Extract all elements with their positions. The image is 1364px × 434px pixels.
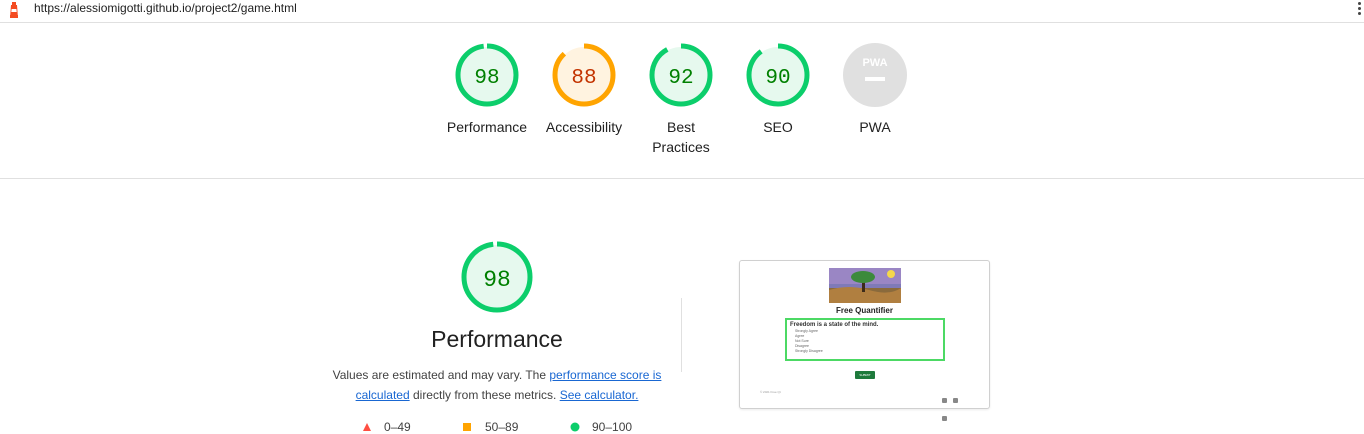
- tree-painting-image: [829, 268, 901, 303]
- social-icon: [953, 398, 958, 403]
- pwa-dash: [865, 77, 885, 81]
- legend-average: 50–89: [462, 420, 518, 434]
- gauge-label: Best Practices: [652, 119, 710, 155]
- performance-summary: 98 Performance Values are estimated and …: [330, 240, 664, 405]
- social-icon: [942, 398, 947, 403]
- gauge-score: 92: [668, 67, 693, 90]
- performance-score: 98: [483, 267, 511, 293]
- legend-average-range: 50–89: [485, 420, 519, 434]
- section-divider: [0, 178, 1364, 179]
- gauge-accessibility[interactable]: 88 Accessibility: [534, 42, 634, 137]
- kebab-menu-icon[interactable]: [1356, 0, 1362, 18]
- triangle-icon: [363, 423, 371, 431]
- gauge-pwa[interactable]: PWA PWA: [825, 42, 925, 137]
- preview-submit-button: SUBMIT: [855, 371, 875, 379]
- preview-question: Freedom is a state of the mind.: [790, 322, 879, 328]
- preview-social-icons: [942, 390, 972, 421]
- gauge-accessibility-ring: 88: [552, 43, 616, 107]
- gauge-performance-ring: 98: [455, 43, 519, 107]
- lighthouse-icon: [10, 2, 18, 18]
- legend-fail: 0–49: [362, 420, 411, 434]
- gauge-score: 90: [765, 67, 790, 90]
- gauge-best-practices-ring: 92: [649, 43, 713, 107]
- performance-description: Values are estimated and may vary. The p…: [330, 365, 664, 405]
- preview-option: Strongly Disagree: [795, 349, 823, 353]
- see-calculator-link[interactable]: See calculator.: [560, 388, 639, 402]
- legend-pass: 90–100: [570, 420, 632, 434]
- gauge-best-practices[interactable]: 92 Best Practices: [631, 42, 731, 157]
- preview-title: Free Quantifier: [836, 306, 893, 315]
- preview-question-box: Freedom is a state of the mind. Strongly…: [785, 318, 945, 361]
- score-gauges: 98 Performance 88 Accessibility 92 Best …: [0, 42, 1364, 172]
- gauge-seo-ring: 90: [746, 43, 810, 107]
- gauge-score: 98: [474, 67, 499, 90]
- gauge-label: PWA: [859, 119, 891, 135]
- desc-text: Values are estimated and may vary. The: [332, 368, 550, 382]
- desc-text-middle: directly from these metrics.: [409, 388, 560, 402]
- vertical-divider: [681, 298, 682, 372]
- page-url: https://alessiomigotti.github.io/project…: [34, 1, 297, 15]
- gauge-label: Performance: [446, 119, 528, 135]
- legend-pass-range: 90–100: [592, 420, 633, 434]
- square-icon: [463, 423, 471, 431]
- gauge-label: SEO: [763, 119, 793, 135]
- gauge-score: 88: [571, 67, 596, 90]
- social-icon: [942, 416, 947, 421]
- gauge-seo[interactable]: 90 SEO: [728, 42, 828, 137]
- pwa-icon: PWA: [843, 43, 907, 107]
- page-screenshot-preview[interactable]: Free Quantifier Freedom is a state of th…: [739, 260, 990, 421]
- gauge-performance[interactable]: 98 Performance: [437, 42, 537, 137]
- circle-icon: [570, 422, 580, 432]
- legend-fail-range: 0–49: [384, 420, 411, 434]
- address-bar: https://alessiomigotti.github.io/project…: [0, 0, 1364, 23]
- performance-gauge-large: 98: [461, 241, 533, 313]
- preview-footer: © 2021 Free Qt: [760, 390, 781, 394]
- gauge-label: Accessibility: [545, 119, 623, 135]
- performance-title: Performance: [431, 326, 563, 352]
- pwa-badge-text: PWA: [862, 57, 887, 69]
